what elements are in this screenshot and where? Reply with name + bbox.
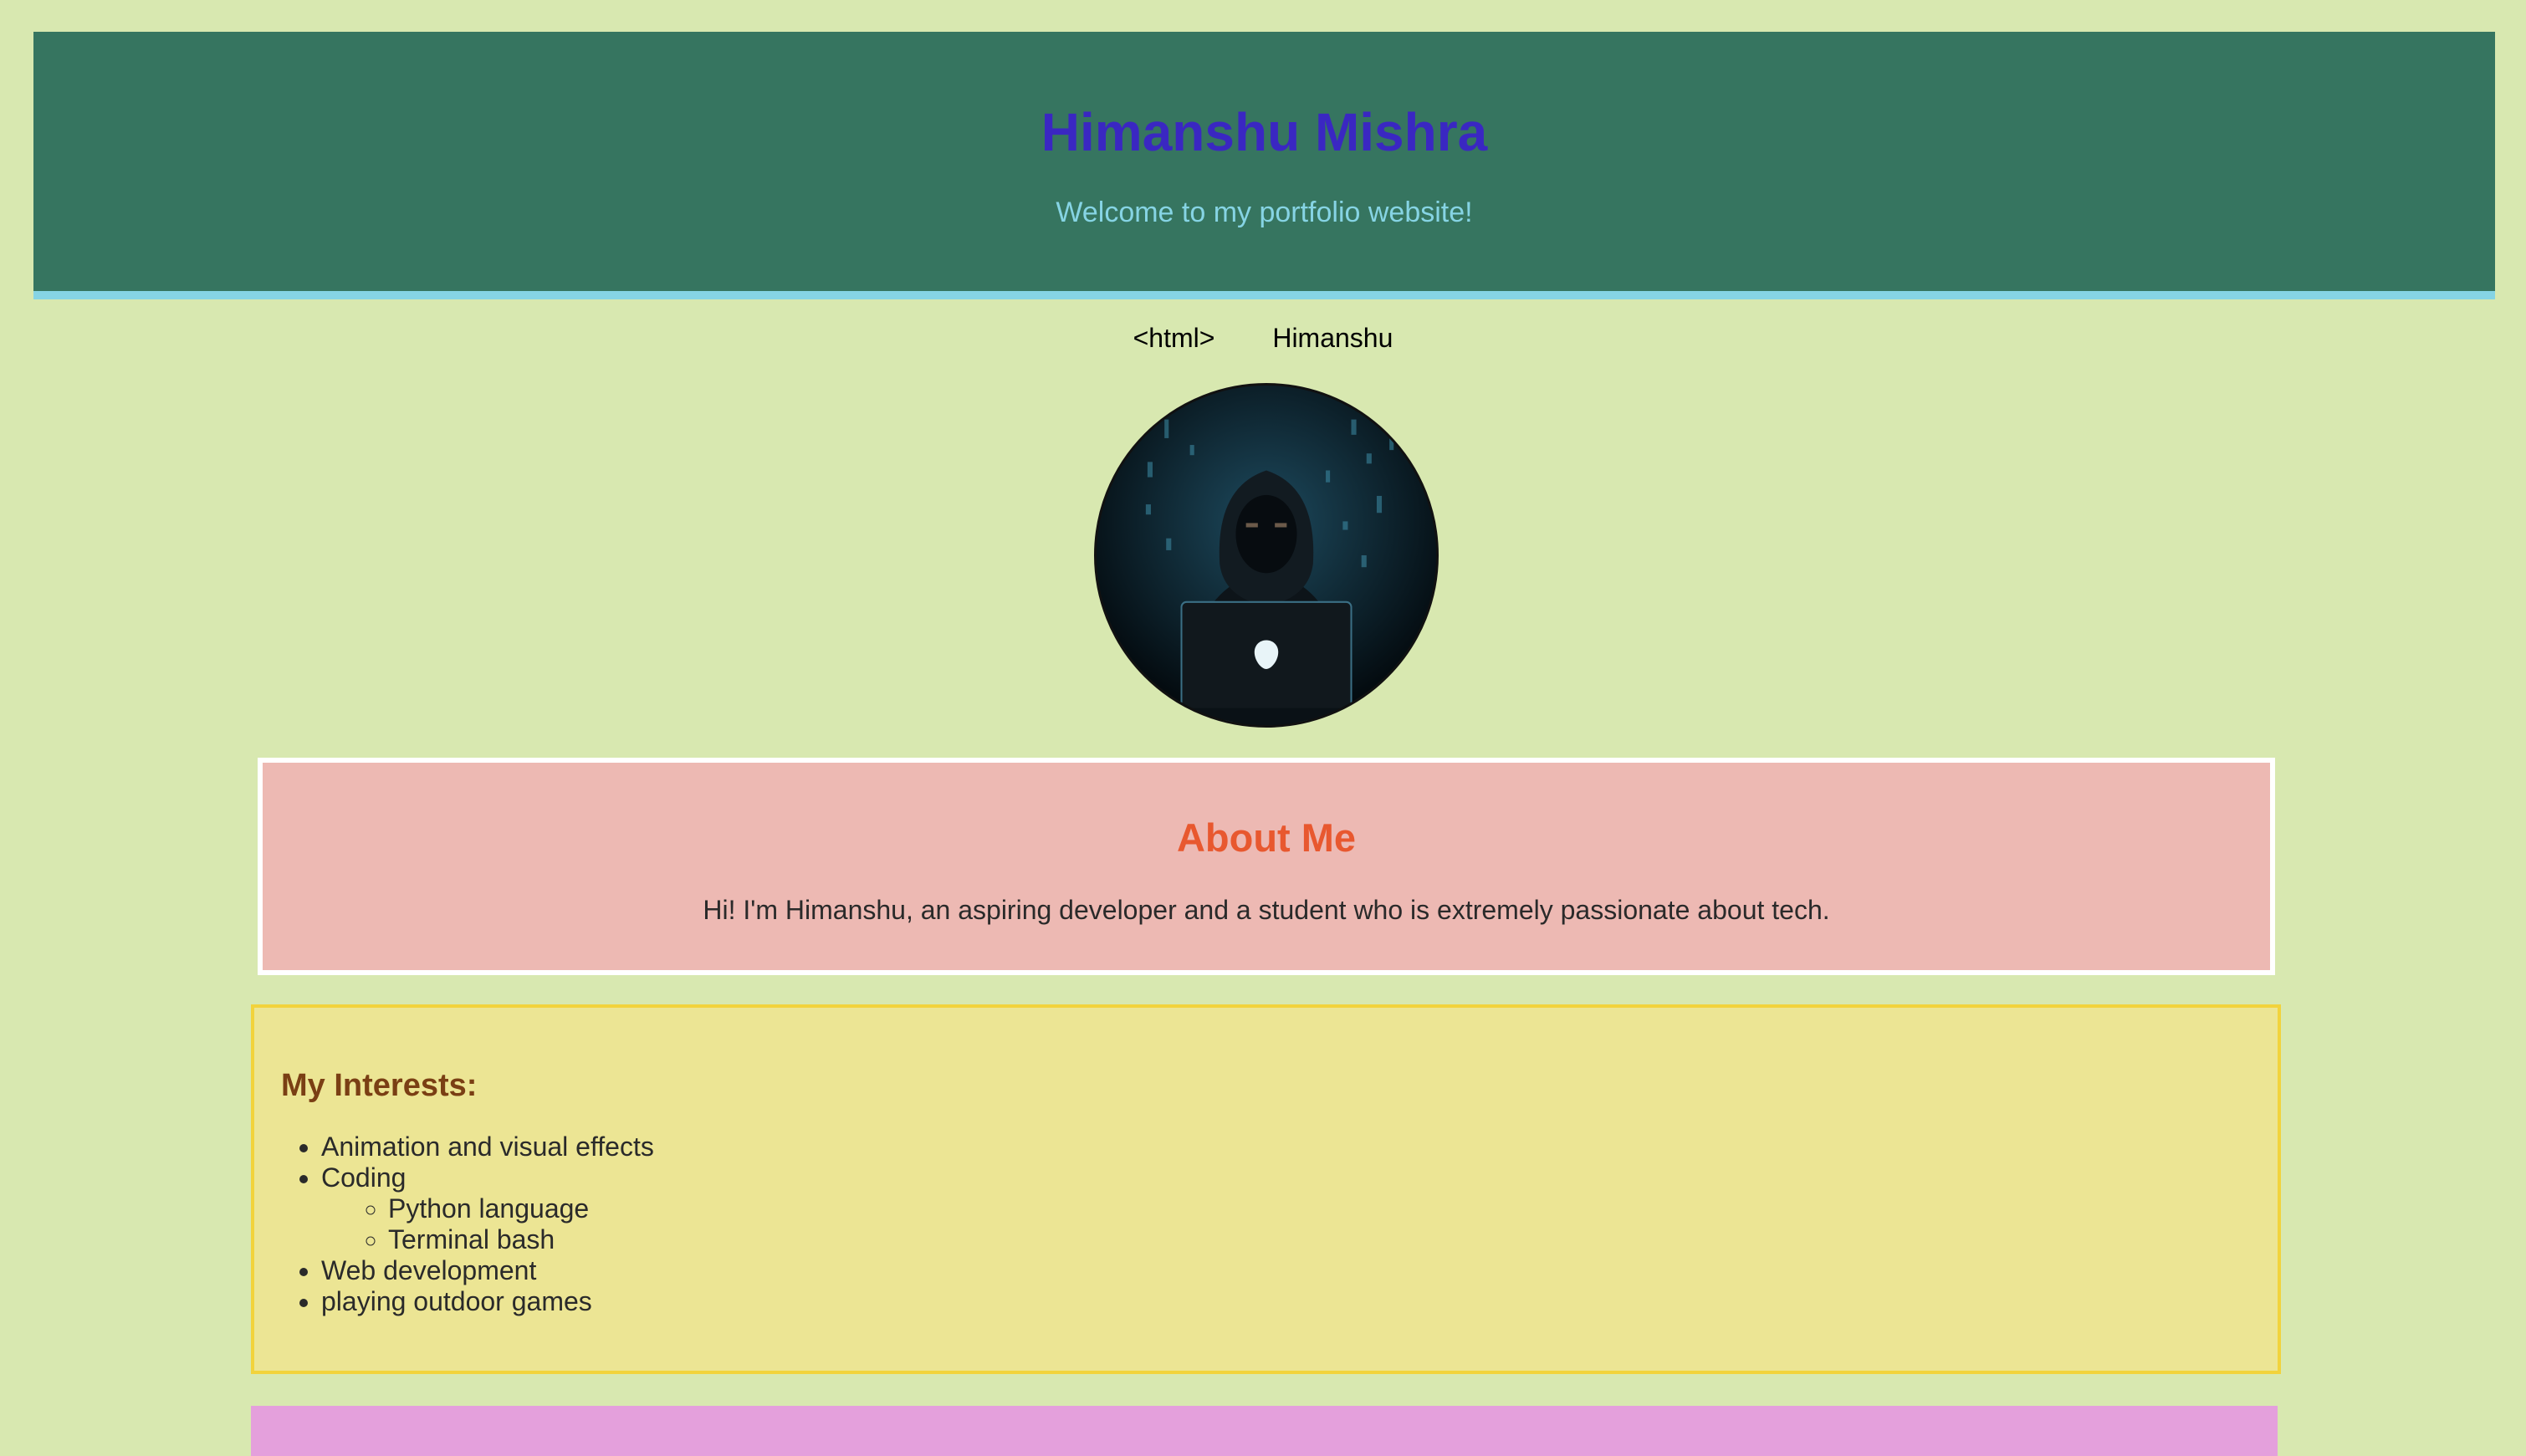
list-item: Web development: [321, 1255, 654, 1286]
nav-link-html[interactable]: <html>: [1133, 323, 1215, 353]
list-item: Coding Python language Terminal bash: [321, 1162, 654, 1255]
site-title: Himanshu Mishra: [1041, 102, 1488, 162]
list-item: Python language: [388, 1193, 654, 1224]
about-section: About Me Hi! I'm Himanshu, an aspiring d…: [258, 758, 2275, 975]
about-text: Hi! I'm Himanshu, an aspiring developer …: [703, 895, 1830, 925]
next-section: [251, 1406, 2278, 1456]
hooded-figure-with-laptop-avatar: [1097, 386, 1436, 725]
interests-heading: My Interests:: [281, 1068, 478, 1103]
list-item: Terminal bash: [388, 1224, 654, 1255]
interests-list: Animation and visual effects Coding Pyth…: [276, 1132, 654, 1317]
profile-avatar: [1094, 383, 1439, 728]
list-item: playing outdoor games: [321, 1286, 654, 1317]
site-subtitle: Welcome to my portfolio website!: [1056, 197, 1473, 228]
interests-section: My Interests: Animation and visual effec…: [251, 1004, 2281, 1374]
main-nav: <html> Himanshu: [0, 321, 2526, 355]
nav-link-himanshu[interactable]: Himanshu: [1272, 323, 1393, 353]
list-item-label: Coding: [321, 1162, 407, 1193]
list-item: Animation and visual effects: [321, 1132, 654, 1162]
about-heading: About Me: [1176, 815, 1357, 860]
site-header: Himanshu Mishra Welcome to my portfolio …: [33, 32, 2495, 299]
coding-sublist: Python language Terminal bash: [321, 1193, 654, 1255]
